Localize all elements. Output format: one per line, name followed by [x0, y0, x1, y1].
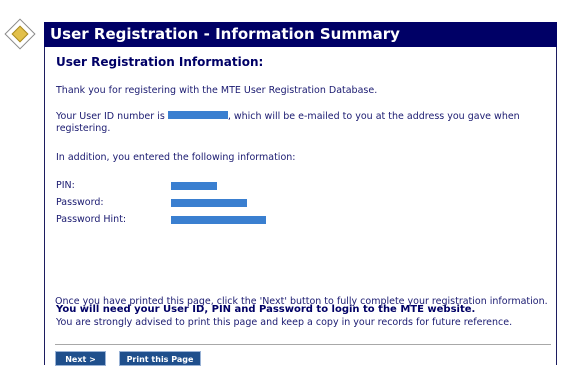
section-heading: User Registration Information:	[56, 55, 264, 69]
password-label: Password:	[56, 197, 104, 208]
user-id-redacted	[167, 111, 228, 119]
summary-panel: User Registration Information: Thank you…	[44, 47, 557, 365]
page-title: User Registration - Information Summary	[44, 22, 557, 47]
in-addition-text: In addition, you entered the following i…	[56, 152, 296, 163]
thank-you-text: Thank you for registering with the MTE U…	[56, 85, 378, 96]
next-instruction: Once you have printed this page, click t…	[55, 296, 548, 307]
password-redacted	[171, 199, 247, 207]
password-hint-redacted	[171, 216, 266, 224]
print-page-button[interactable]: Print this Page	[119, 351, 201, 366]
logo-diamond-icon	[4, 18, 36, 50]
divider	[55, 344, 551, 345]
pin-label: PIN:	[56, 180, 75, 191]
next-button[interactable]: Next >	[55, 351, 106, 366]
print-advice: You are strongly advised to print this p…	[56, 317, 513, 328]
user-id-prefix: Your User ID number is	[56, 111, 165, 122]
password-hint-label: Password Hint:	[56, 214, 127, 225]
pin-redacted	[171, 182, 217, 190]
user-id-text: Your User ID number is , which will be e…	[56, 111, 551, 135]
